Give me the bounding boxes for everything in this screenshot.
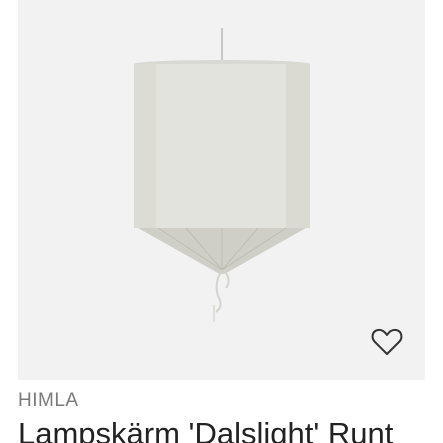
product-title[interactable]: Lampskärm 'Dalslight' Runt bbox=[18, 418, 393, 443]
product-card[interactable]: HIMLA Lampskärm 'Dalslight' Runt bbox=[0, 0, 443, 443]
product-image-area[interactable] bbox=[18, 0, 425, 380]
heart-outline-icon bbox=[371, 328, 403, 355]
favorite-button[interactable] bbox=[370, 326, 404, 358]
lampshade-image[interactable] bbox=[18, 0, 425, 380]
brand-label[interactable]: HIMLA bbox=[18, 390, 79, 412]
